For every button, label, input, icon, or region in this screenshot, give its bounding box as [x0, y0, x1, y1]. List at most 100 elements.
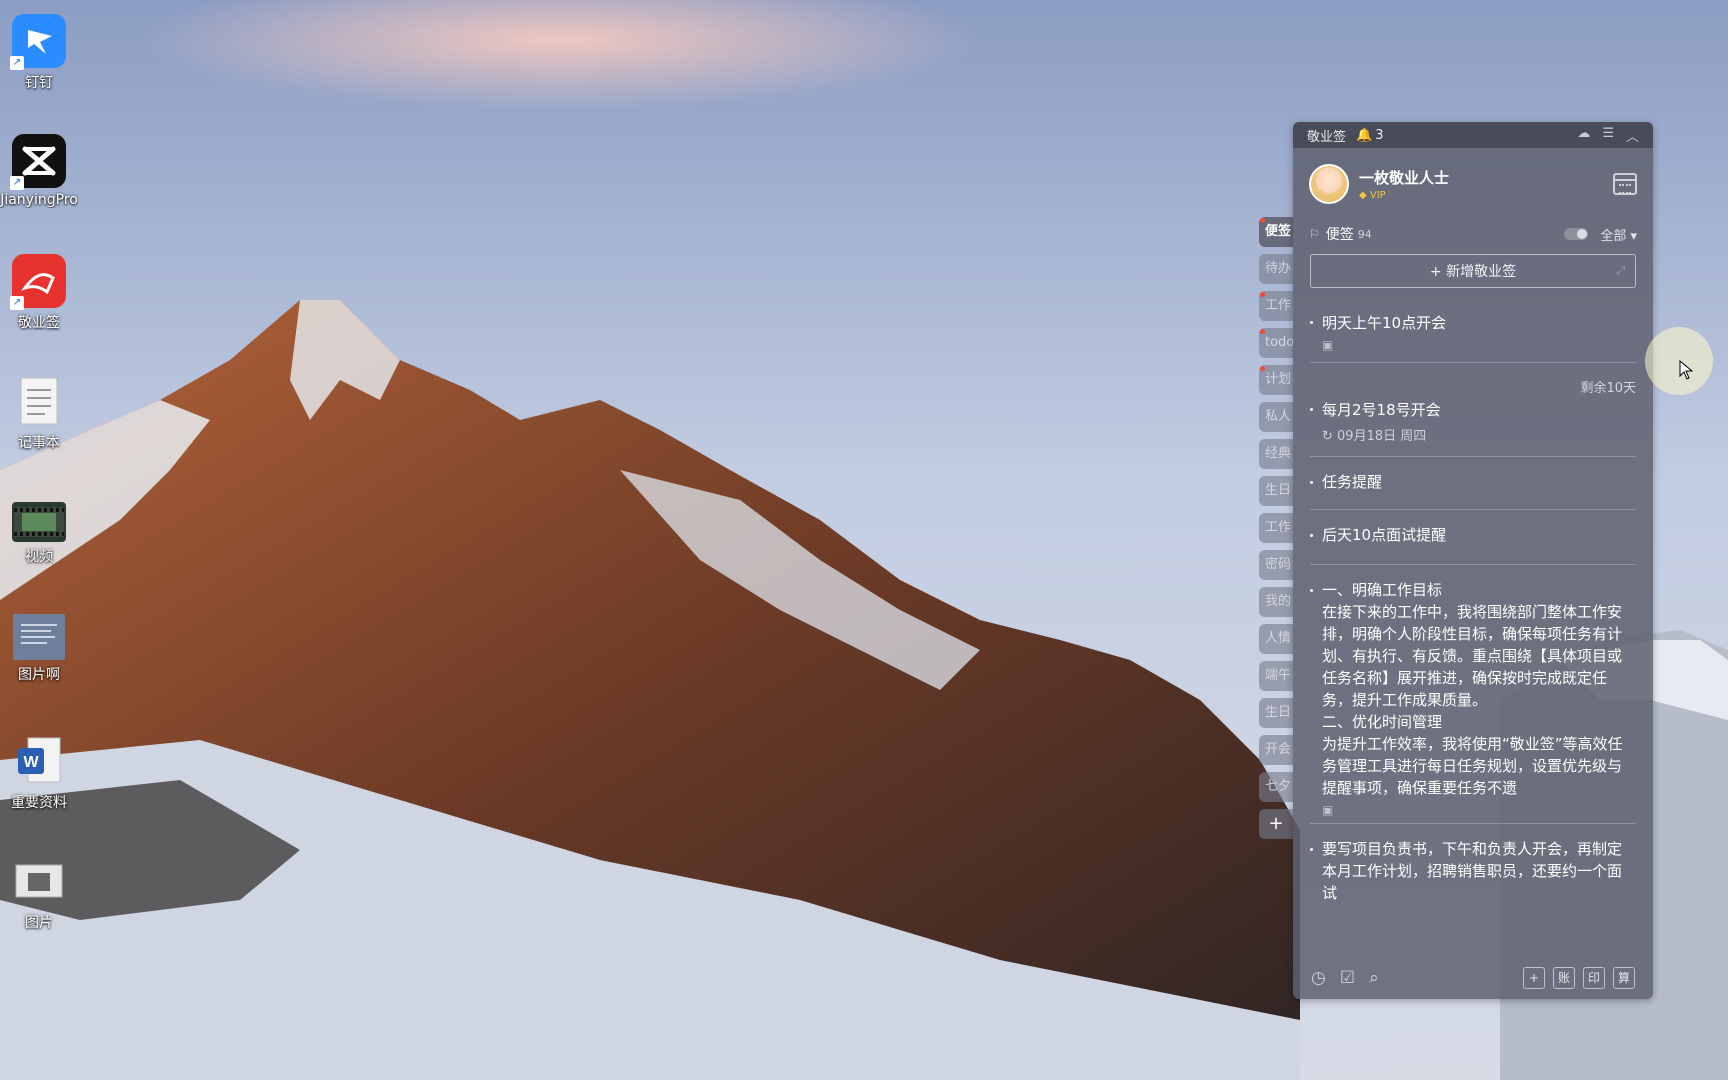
note-bullet [1310, 589, 1313, 592]
note-item[interactable]: 任务提醒 [1310, 457, 1636, 510]
svg-text:W: W [23, 754, 39, 771]
note-list: 明天上午10点开会 ▣ 剩余10天 每月2号18号开会 ↻ 09月18日 周四 … [1293, 288, 1653, 914]
desktop-icon-label: 记事本 [18, 435, 60, 451]
side-tab-birthday[interactable]: 生日 [1259, 476, 1293, 506]
side-tab-password[interactable]: 密码 [1259, 550, 1293, 580]
desktop-icon-label: 敬业签 [18, 315, 60, 331]
desktop-icon-dingtalk[interactable]: ↗ 钉钉 [0, 0, 78, 92]
note-text: 任务提醒 [1322, 473, 1383, 491]
calendar-icon[interactable] [1613, 173, 1637, 195]
section-count: 94 [1357, 227, 1372, 241]
note-panel: 敬业签 🔔 3 ☁ ☰ ︿ 一枚敬业人士 ◆ VIP ⚐ 便签 94 全部 ▾ … [1293, 122, 1653, 999]
note-item[interactable]: 要写项目负责书，下午和负责人开会，再制定本月工作计划，招聘销售职员，还要约一个面… [1310, 824, 1636, 914]
unread-dot [1260, 218, 1265, 223]
side-tab-todo[interactable]: todo [1259, 328, 1293, 358]
desktop-icon-jingyeqian[interactable]: ↗ 敬业签 [0, 240, 78, 332]
remaining-days: 剩余10天 [1580, 381, 1636, 396]
add-note-button[interactable]: + 新增敬业签 ⤢ [1310, 254, 1636, 288]
mouse-cursor-icon [1679, 360, 1693, 380]
user-profile: 一枚敬业人士 ◆ VIP [1293, 148, 1653, 216]
add-icon[interactable]: + [1523, 967, 1545, 989]
side-tab-birthday-2[interactable]: 生日 [1259, 698, 1293, 728]
panel-bottom-toolbar: ◷ ☑ ⌕ + 账 印 算 [1293, 957, 1653, 999]
desktop-icon-label: 图片啊 [18, 667, 60, 683]
section-header: ⚐ 便签 94 全部 ▾ [1293, 224, 1653, 244]
bookmark-icon: ⚐ [1309, 227, 1320, 241]
pin-icon[interactable]: ⤢ [1616, 264, 1625, 278]
desktop-icon-word-doc[interactable]: W 重要资料 [0, 720, 78, 812]
note-bullet [1310, 534, 1313, 537]
desktop-icon-video[interactable]: 视频 [0, 480, 78, 566]
note-item[interactable]: 明天上午10点开会 ▣ [1310, 288, 1636, 363]
side-tab-private[interactable]: 私人 [1259, 402, 1293, 432]
side-tab-classic[interactable]: 经典 [1259, 439, 1293, 469]
menu-icon[interactable]: ☰ [1602, 126, 1614, 145]
ledger-button[interactable]: 账 [1553, 967, 1575, 989]
side-tab-favors[interactable]: 人情 [1259, 624, 1293, 654]
word-doc-icon: W [12, 734, 66, 788]
cloud-sync-icon[interactable]: ☁ [1577, 126, 1590, 145]
checkbox-icon[interactable]: ☑ [1340, 968, 1355, 988]
jianying-icon: ↗ [10, 134, 66, 190]
reminder-count: 3 [1375, 127, 1384, 143]
attachment-icon: ▣ [1322, 338, 1334, 352]
note-item[interactable]: 后天10点面试提醒 [1310, 510, 1636, 565]
desktop-icon-notepad[interactable]: 记事本 [0, 360, 78, 452]
bell-icon[interactable]: 🔔 [1356, 128, 1372, 143]
side-tab-meeting[interactable]: 开会 [1259, 735, 1293, 765]
desktop-icon-image-file[interactable]: 图片啊 [0, 600, 78, 684]
desktop-icon-label: 钉钉 [25, 75, 53, 91]
side-tab-plan[interactable]: 计划 [1259, 365, 1293, 395]
desktop-icon-label: 重要资料 [11, 795, 67, 811]
side-tab-duanwu[interactable]: 端午 [1259, 661, 1293, 691]
dingtalk-icon: ↗ [10, 14, 66, 70]
notepad-icon [12, 374, 66, 428]
unread-dot [1260, 366, 1265, 371]
user-name: 一枚敬业人士 [1359, 169, 1450, 187]
note-text: 一、明确工作目标 在接下来的工作中，我将围绕部门整体工作安排，明确个人阶段性目标… [1322, 581, 1623, 797]
repeat-icon: ↻ [1322, 429, 1338, 444]
add-category-button[interactable]: + [1259, 809, 1293, 839]
vip-badge: VIP [1369, 190, 1386, 201]
print-button[interactable]: 印 [1583, 967, 1605, 989]
app-title: 敬业签 [1307, 129, 1347, 145]
picture-icon [12, 854, 66, 908]
shortcut-arrow-icon: ↗ [10, 176, 24, 190]
side-tab-work[interactable]: 工作 [1259, 291, 1293, 321]
attachment-icon: ▣ [1322, 803, 1334, 817]
caret-down-icon: ▾ [1630, 228, 1637, 244]
shortcut-arrow-icon: ↗ [10, 56, 24, 70]
desktop-icon-jianying[interactable]: ↗ JianyingPro [0, 120, 78, 208]
unread-dot [1260, 292, 1265, 297]
unread-dot [1260, 329, 1265, 334]
side-tab-notes[interactable]: 便签 [1259, 217, 1293, 247]
clock-icon[interactable]: ◷ [1311, 968, 1326, 988]
vip-diamond-icon: ◆ [1359, 190, 1370, 201]
desktop-icon-picture[interactable]: 图片 [0, 840, 78, 932]
category-tab-strip: 便签 待办 工作 todo 计划 私人 经典 生日 工作 密码 我的 人情 端午… [1259, 217, 1293, 846]
note-bullet [1310, 321, 1313, 324]
jingyeqian-icon: ↗ [10, 254, 66, 310]
note-item[interactable]: 剩余10天 每月2号18号开会 ↻ 09月18日 周四 [1310, 363, 1636, 457]
collapse-icon[interactable]: ︿ [1626, 126, 1639, 145]
filter-dropdown[interactable]: 全部 ▾ [1600, 225, 1637, 244]
note-bullet [1310, 848, 1313, 851]
side-tab-work-2[interactable]: 工作 [1259, 513, 1293, 543]
avatar[interactable] [1309, 164, 1349, 204]
search-icon[interactable]: ⌕ [1369, 968, 1379, 988]
side-tab-mine[interactable]: 我的 [1259, 587, 1293, 617]
panel-titlebar[interactable]: 敬业签 🔔 3 ☁ ☰ ︿ [1293, 122, 1653, 148]
note-item[interactable]: 一、明确工作目标 在接下来的工作中，我将围绕部门整体工作安排，明确个人阶段性目标… [1310, 565, 1636, 824]
note-text: 明天上午10点开会 [1322, 314, 1447, 332]
calculator-button[interactable]: 算 [1613, 967, 1635, 989]
note-date: 09月18日 周四 [1337, 429, 1427, 444]
side-tab-qixi[interactable]: 七夕 [1259, 772, 1293, 802]
view-toggle[interactable] [1564, 228, 1589, 240]
image-file-icon [13, 614, 65, 660]
shortcut-arrow-icon: ↗ [10, 296, 24, 310]
note-text: 要写项目负责书，下午和负责人开会，再制定本月工作计划，招聘销售职员，还要约一个面… [1322, 840, 1623, 902]
desktop-icon-label: 图片 [25, 915, 53, 931]
note-text: 后天10点面试提醒 [1322, 526, 1447, 544]
side-tab-todo-cn[interactable]: 待办 [1259, 254, 1293, 284]
note-bullet [1310, 408, 1313, 411]
